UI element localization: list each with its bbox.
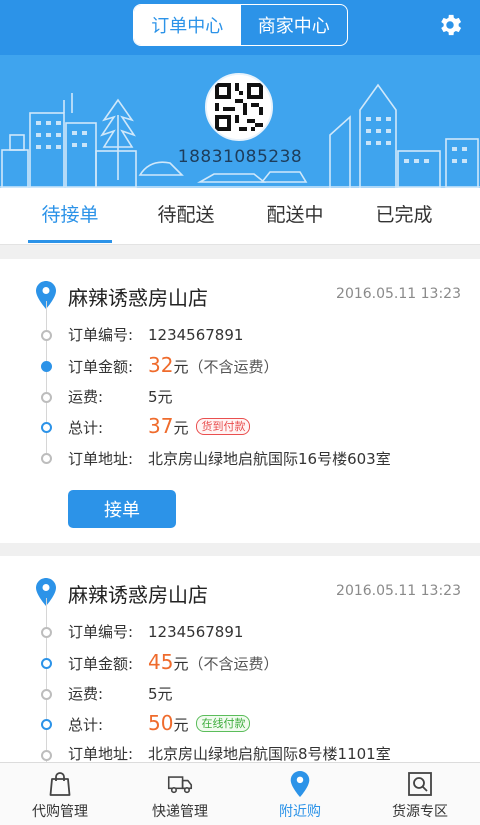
order-amount-unit: 元 [173, 358, 189, 376]
order-amount-value: 45 [148, 650, 174, 674]
shop-name: 麻辣诱惑房山店 [68, 286, 208, 310]
delivery-fee-value: 5元 [148, 685, 173, 703]
timeline-dot [41, 627, 52, 638]
timeline-dot [41, 422, 52, 433]
timeline-dot [41, 689, 52, 700]
tab-order-center[interactable]: 订单中心 [134, 5, 241, 45]
delivery-fee-label: 运费: [68, 685, 104, 703]
delivery-fee-row: 运费: 5元 [68, 682, 173, 706]
qr-code-avatar[interactable] [205, 73, 273, 141]
address-value: 北京房山绿地启航国际8号楼1101室 [148, 745, 391, 763]
delivery-fee-value: 5元 [148, 388, 173, 406]
nav-label: 货源专区 [392, 804, 448, 820]
total-row: 总计: 50元 在线付款 [68, 711, 251, 735]
payment-method-badge: 货到付款 [196, 418, 251, 435]
total-label: 总计: [68, 716, 104, 734]
timeline-dot [41, 361, 52, 372]
search-box-icon [408, 772, 432, 796]
order-time: 2016.05.11 13:23 [336, 286, 461, 302]
delivery-fee-label: 运费: [68, 388, 104, 406]
total-row: 总计: 37元 货到付款 [68, 414, 251, 438]
tab-merchant-center[interactable]: 商家中心 [241, 5, 348, 45]
qr-code-icon [207, 75, 271, 139]
order-amount-note: （不含运费） [188, 655, 279, 673]
nav-purchasing[interactable]: 代购管理 [0, 763, 120, 825]
order-number-row: 订单编号: 1234567891 [68, 323, 243, 347]
nav-supply-zone[interactable]: 货源专区 [360, 763, 480, 825]
gear-icon[interactable] [436, 11, 464, 39]
order-amount-label: 订单金额: [68, 358, 134, 376]
total-value: 37 [148, 414, 174, 438]
order-number-value: 1234567891 [148, 623, 244, 641]
nav-express[interactable]: 快递管理 [120, 763, 240, 825]
bottom-navigation: 代购管理 快递管理 附近购 货源专区 [0, 762, 480, 825]
order-amount-value: 32 [148, 353, 174, 377]
address-row: 订单地址: 北京房山绿地启航国际16号楼603室 [68, 447, 391, 471]
total-unit: 元 [173, 716, 189, 734]
shop-name: 麻辣诱惑房山店 [68, 583, 208, 607]
timeline-dot [41, 658, 52, 669]
order-amount-row: 订单金额: 45元（不含运费） [68, 650, 278, 674]
shopping-bag-icon [49, 772, 71, 796]
total-unit: 元 [173, 419, 189, 437]
timeline-dot [41, 750, 52, 761]
active-tab-indicator [28, 240, 112, 243]
timeline-dot [41, 453, 52, 464]
delivery-truck-icon [167, 776, 193, 794]
nav-nearby[interactable]: 附近购 [240, 763, 360, 825]
order-time: 2016.05.11 13:23 [336, 583, 461, 599]
nav-label: 附近购 [279, 804, 321, 820]
delivery-fee-row: 运费: 5元 [68, 385, 173, 409]
order-number-label: 订单编号: [68, 326, 134, 344]
order-amount-unit: 元 [173, 655, 189, 673]
tab-delivering[interactable]: 配送中 [253, 188, 337, 245]
timeline-line [46, 598, 47, 766]
timeline-dot [41, 392, 52, 403]
nav-label: 代购管理 [32, 804, 88, 820]
timeline-line [46, 301, 47, 459]
top-bar: 订单中心 商家中心 [0, 0, 480, 55]
order-number-row: 订单编号: 1234567891 [68, 620, 243, 644]
order-number-label: 订单编号: [68, 623, 134, 641]
tab-pending-delivery[interactable]: 待配送 [144, 188, 228, 245]
accept-order-button[interactable]: 接单 [68, 490, 176, 528]
order-amount-note: （不含运费） [188, 358, 279, 376]
address-label: 订单地址: [68, 450, 134, 468]
order-amount-row: 订单金额: 32元（不含运费） [68, 353, 278, 377]
location-pin-icon [290, 771, 310, 797]
phone-number: 18831085238 [177, 147, 303, 167]
order-status-tabs: 待接单 待配送 配送中 已完成 [0, 188, 480, 245]
order-amount-label: 订单金额: [68, 655, 134, 673]
total-value: 50 [148, 711, 174, 735]
center-switch: 订单中心 商家中心 [133, 4, 348, 46]
timeline-dot [41, 330, 52, 341]
payment-method-badge: 在线付款 [196, 715, 251, 732]
nav-label: 快递管理 [152, 804, 208, 820]
order-card: 麻辣诱惑房山店 2016.05.11 13:23 订单编号: 1234567891… [0, 259, 480, 543]
tab-pending-accept[interactable]: 待接单 [28, 188, 112, 245]
profile-banner: 18831085238 [0, 55, 480, 188]
order-number-value: 1234567891 [148, 326, 244, 344]
tab-completed[interactable]: 已完成 [362, 188, 446, 245]
order-card: 麻辣诱惑房山店 2016.05.11 13:23 订单编号: 1234567891… [0, 556, 480, 766]
address-value: 北京房山绿地启航国际16号楼603室 [148, 450, 391, 468]
timeline-dot [41, 719, 52, 730]
total-label: 总计: [68, 419, 104, 437]
